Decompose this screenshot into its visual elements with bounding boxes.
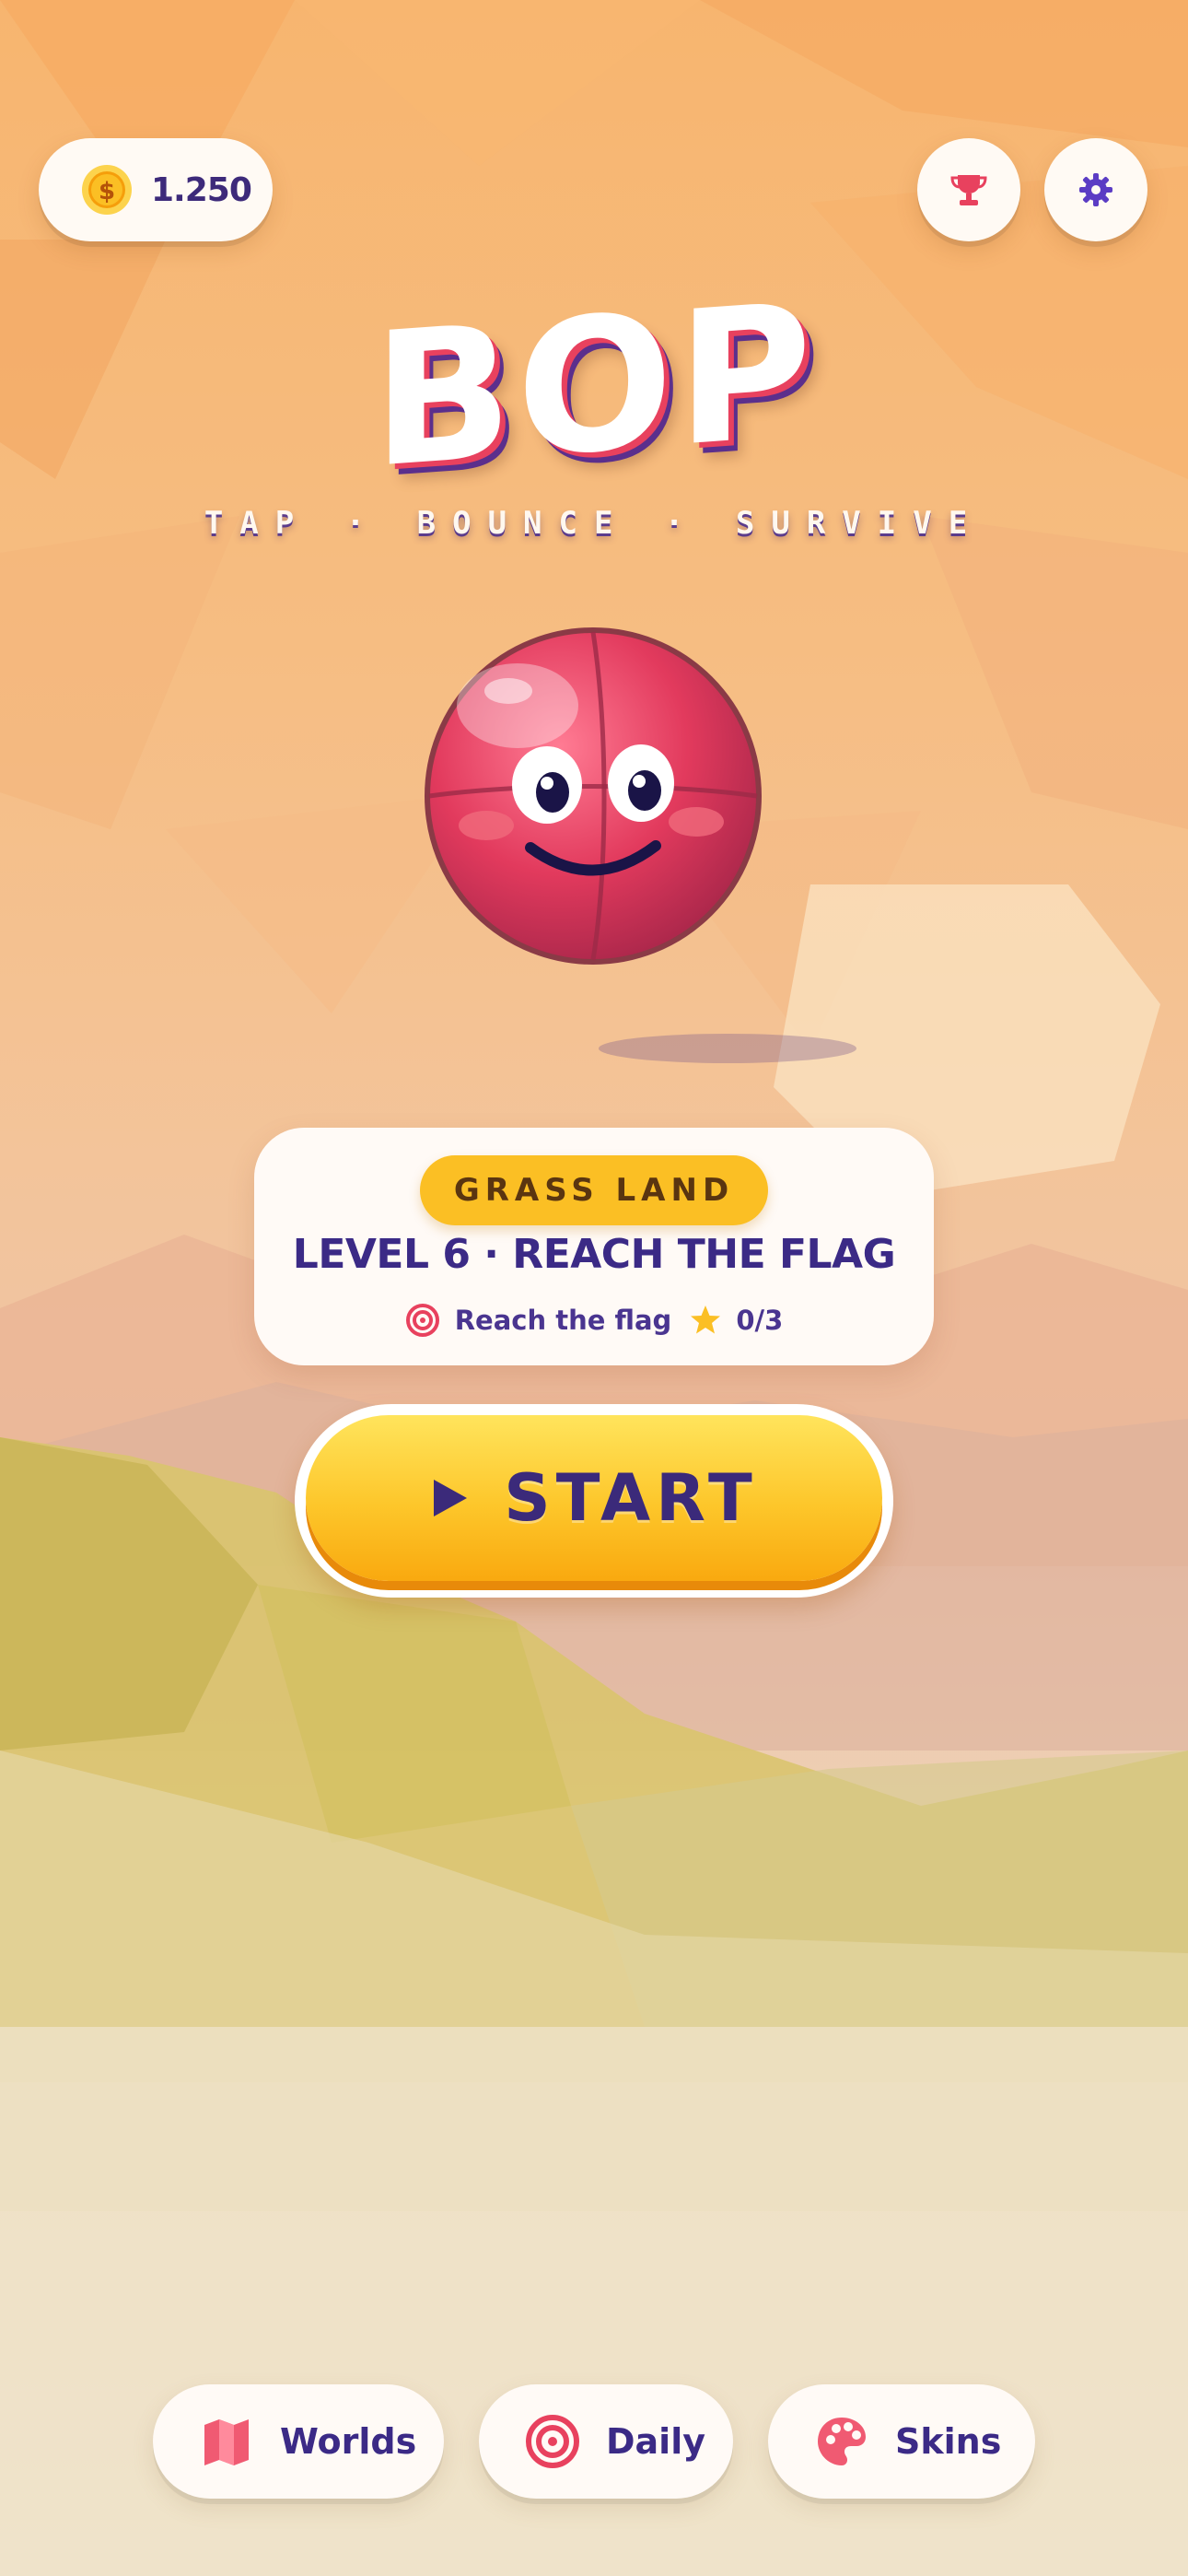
daily-label: Daily bbox=[606, 2421, 706, 2462]
world-badge: GRASS LAND bbox=[420, 1155, 768, 1225]
start-label: START bbox=[504, 1460, 758, 1536]
palette-icon bbox=[818, 2418, 866, 2465]
map-icon bbox=[204, 2419, 249, 2465]
target-icon bbox=[405, 1304, 439, 1337]
target-icon bbox=[526, 2415, 579, 2468]
game-tagline: TAP · BOUNCE · SURVIVE bbox=[204, 505, 984, 542]
stars-progress: 0/3 bbox=[736, 1305, 784, 1336]
leaderboard-button[interactable] bbox=[917, 138, 1020, 241]
settings-button[interactable] bbox=[1044, 138, 1147, 241]
start-button-face[interactable]: START bbox=[306, 1415, 882, 1581]
coin-counter[interactable]: $ 1.250 bbox=[39, 138, 273, 241]
start-button[interactable]: START bbox=[295, 1404, 893, 1598]
worlds-label: Worlds bbox=[280, 2421, 417, 2462]
coin-balance: 1.250 bbox=[151, 170, 252, 209]
play-icon bbox=[434, 1480, 468, 1516]
skins-button[interactable]: Skins bbox=[768, 2384, 1035, 2499]
gear-icon bbox=[1079, 173, 1112, 206]
level-card[interactable]: GRASS LAND LEVEL 6 · REACH THE FLAG Reac… bbox=[254, 1128, 934, 1365]
svg-text:$: $ bbox=[99, 178, 115, 205]
objective-text: Reach the flag bbox=[454, 1305, 672, 1336]
daily-button[interactable]: Daily bbox=[479, 2384, 733, 2499]
coin-icon: $ bbox=[82, 165, 132, 215]
trophy-icon bbox=[950, 175, 987, 205]
skins-label: Skins bbox=[895, 2421, 1002, 2462]
ball-character bbox=[425, 627, 762, 965]
objective-row: Reach the flag 0/3 bbox=[254, 1303, 934, 1338]
worlds-button[interactable]: Worlds bbox=[153, 2384, 444, 2499]
star-icon bbox=[691, 1306, 721, 1334]
level-title: LEVEL 6 · REACH THE FLAG bbox=[292, 1231, 896, 1278]
